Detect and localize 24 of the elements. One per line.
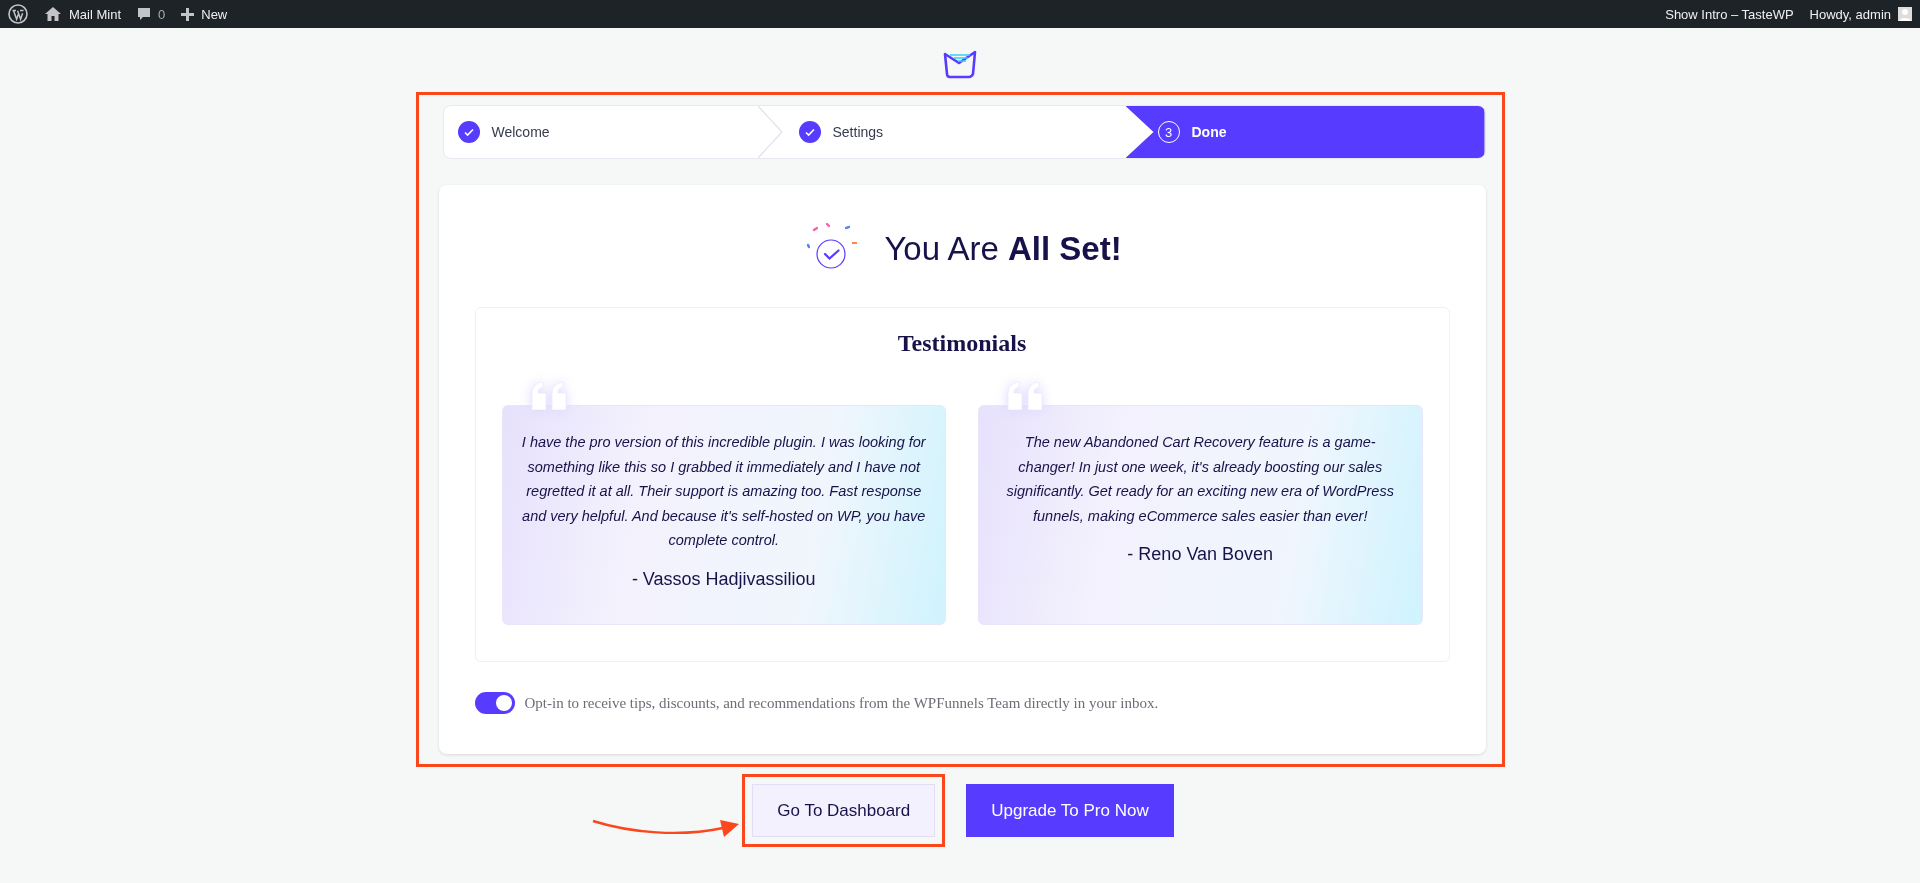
testimonials-title: Testimonials [896, 330, 1028, 357]
testimonial-quote: I have the pro version of this incredible plugin. I was looking for something like this so I grabbed it immediately and I have not regretted it at all. Their support is amazing too. Fast response and very helpful. And because it's self-hosted on WP, you have complete control. [520, 433, 927, 550]
plus-icon [181, 7, 195, 21]
opt-in-label: Opt-in to receive tips, discounts, and recommendations from the WPFunnels Team directly in your inbox. [524, 694, 1159, 712]
envelope-logo-icon [942, 50, 978, 80]
wordpress-logo-icon[interactable] [8, 4, 28, 24]
toolbar-link[interactable]: Show Intro – TasteWP [1665, 6, 1794, 22]
success-heading: You Are All Set! [884, 230, 1122, 268]
opt-in-toggle[interactable] [474, 692, 515, 714]
toolbar-link[interactable]: Mail Mint [69, 6, 121, 22]
toolbar-link[interactable]: 0 [158, 6, 166, 22]
testimonial-quote: The new Abandoned Cart Recovery feature is a game-changer! In just one week, it's already boosting our sales significantly. Get ready for an exciting new era of WordPress funnels, making eCommerce sales easier than ever! [1005, 433, 1395, 526]
step-tab[interactable]: Welcome [443, 106, 785, 158]
home-icon [44, 6, 62, 22]
dashboard-button[interactable]: Go To Dashboard [752, 784, 936, 837]
upgrade-button[interactable]: Upgrade To Pro Now [966, 784, 1174, 837]
toolbar-link[interactable]: Howdy, admin [1809, 6, 1891, 22]
step-tab[interactable]: Settings [784, 106, 1126, 158]
testimonial-author: - Reno Van Boven [1127, 544, 1274, 565]
toolbar-link[interactable]: New [201, 6, 228, 22]
comment-icon [137, 7, 151, 21]
step-tab[interactable]: 3 Done [1125, 106, 1485, 158]
avatar-icon [1898, 7, 1912, 21]
testimonial-author: - Vassos Hadjivassiliou [631, 568, 816, 590]
